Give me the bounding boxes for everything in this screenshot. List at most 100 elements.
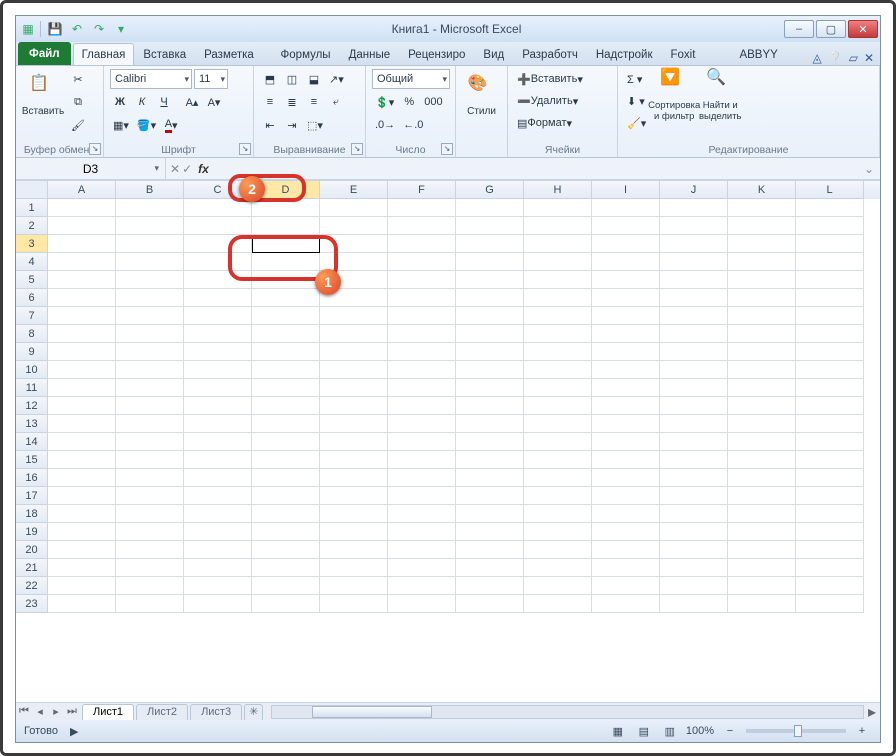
cell-A16[interactable] [48,469,116,487]
font-size-select[interactable]: 11 [194,69,228,89]
cell-L20[interactable] [796,541,864,559]
cell-G8[interactable] [456,325,524,343]
cell-C22[interactable] [184,577,252,595]
cell-E2[interactable] [320,217,388,235]
column-header-D[interactable]: D [252,181,320,199]
cell-I18[interactable] [592,505,660,523]
cell-F1[interactable] [388,199,456,217]
tab-home[interactable]: Главная [73,43,135,65]
cell-C20[interactable] [184,541,252,559]
cell-F19[interactable] [388,523,456,541]
cell-J20[interactable] [660,541,728,559]
cell-C21[interactable] [184,559,252,577]
cell-K19[interactable] [728,523,796,541]
cell-L2[interactable] [796,217,864,235]
font-launcher[interactable]: ↘ [239,143,251,155]
clear-icon[interactable]: 🧹▾ [624,113,649,133]
bold-button[interactable]: Ж [110,92,130,112]
sheet-tab-1[interactable]: Лист1 [82,704,134,720]
cell-F21[interactable] [388,559,456,577]
cell-J9[interactable] [660,343,728,361]
cell-I9[interactable] [592,343,660,361]
cell-F8[interactable] [388,325,456,343]
cell-E20[interactable] [320,541,388,559]
cell-H5[interactable] [524,271,592,289]
cell-K1[interactable] [728,199,796,217]
cell-G15[interactable] [456,451,524,469]
cell-I20[interactable] [592,541,660,559]
cell-H1[interactable] [524,199,592,217]
cell-D4[interactable] [252,253,320,271]
cell-I8[interactable] [592,325,660,343]
cell-F13[interactable] [388,415,456,433]
align-left-icon[interactable]: ≡ [260,92,280,112]
insert-function-button[interactable]: fx [198,162,209,176]
cell-D19[interactable] [252,523,320,541]
column-header-E[interactable]: E [320,181,388,199]
cell-F18[interactable] [388,505,456,523]
cell-C9[interactable] [184,343,252,361]
row-header-21[interactable]: 21 [16,559,48,577]
cell-K7[interactable] [728,307,796,325]
cell-H18[interactable] [524,505,592,523]
row-header-9[interactable]: 9 [16,343,48,361]
cell-I5[interactable] [592,271,660,289]
cell-H20[interactable] [524,541,592,559]
cell-C1[interactable] [184,199,252,217]
cell-K3[interactable] [728,235,796,253]
cell-G11[interactable] [456,379,524,397]
cell-E23[interactable] [320,595,388,613]
cell-A1[interactable] [48,199,116,217]
cell-F16[interactable] [388,469,456,487]
cell-F4[interactable] [388,253,456,271]
cell-B15[interactable] [116,451,184,469]
cell-H9[interactable] [524,343,592,361]
cell-H23[interactable] [524,595,592,613]
cell-G9[interactable] [456,343,524,361]
copy-icon[interactable]: ⧉ [68,92,88,112]
cell-D10[interactable] [252,361,320,379]
cell-H14[interactable] [524,433,592,451]
cell-I1[interactable] [592,199,660,217]
cell-F22[interactable] [388,577,456,595]
cell-J5[interactable] [660,271,728,289]
cell-F14[interactable] [388,433,456,451]
cell-L7[interactable] [796,307,864,325]
row-header-8[interactable]: 8 [16,325,48,343]
cell-F12[interactable] [388,397,456,415]
cell-E12[interactable] [320,397,388,415]
cell-A12[interactable] [48,397,116,415]
cell-L9[interactable] [796,343,864,361]
cell-C19[interactable] [184,523,252,541]
column-header-G[interactable]: G [456,181,524,199]
cell-G21[interactable] [456,559,524,577]
cell-K14[interactable] [728,433,796,451]
cell-E15[interactable] [320,451,388,469]
sort-filter-button[interactable]: 🔽 Сортировка и фильтр [653,69,695,123]
cell-I12[interactable] [592,397,660,415]
cell-K4[interactable] [728,253,796,271]
cell-J4[interactable] [660,253,728,271]
cell-A9[interactable] [48,343,116,361]
close-button[interactable] [848,20,878,38]
cell-D23[interactable] [252,595,320,613]
qat-more-icon[interactable]: ▾ [111,21,131,37]
cell-F9[interactable] [388,343,456,361]
cell-F23[interactable] [388,595,456,613]
cell-J6[interactable] [660,289,728,307]
align-middle-icon[interactable]: ◫ [282,69,302,89]
number-launcher[interactable]: ↘ [441,143,453,155]
macro-record-icon[interactable]: ▶ [70,725,78,738]
cell-G5[interactable] [456,271,524,289]
cell-H13[interactable] [524,415,592,433]
tab-formulas[interactable]: Формулы [272,43,340,65]
wrap-text-icon[interactable]: ⤶ [326,92,346,112]
cell-D20[interactable] [252,541,320,559]
cell-C13[interactable] [184,415,252,433]
cell-D12[interactable] [252,397,320,415]
cell-E22[interactable] [320,577,388,595]
cell-A2[interactable] [48,217,116,235]
increase-indent-icon[interactable]: ⇥ [282,115,302,135]
font-name-select[interactable]: Calibri [110,69,192,89]
cell-I23[interactable] [592,595,660,613]
